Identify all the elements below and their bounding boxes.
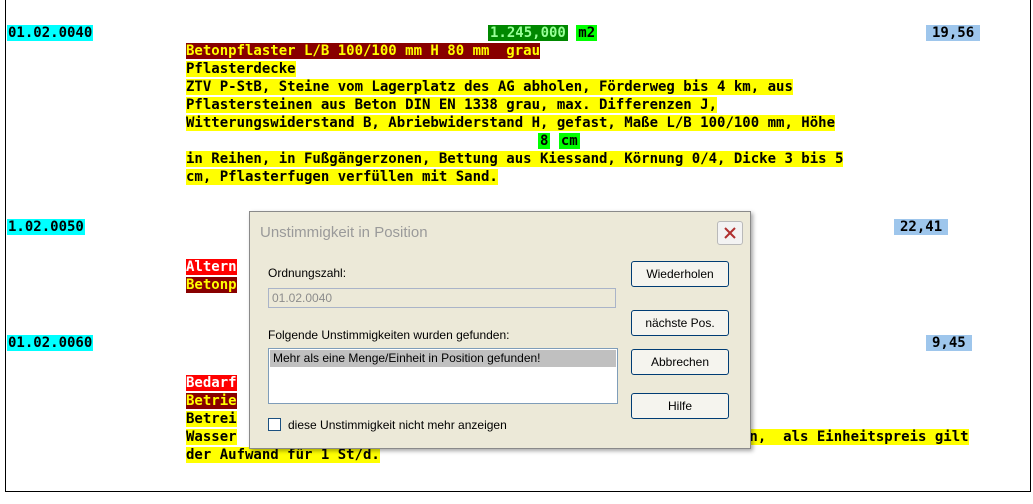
position-number[interactable]: 01.02.0060: [7, 334, 94, 352]
long-text-value: Witterungswiderstand B, Abriebwiderstand…: [186, 115, 836, 131]
section-text-value: Betonp: [186, 277, 237, 293]
long-text-line: ZTV P-StB, Steine vom Lagerplatz des AG …: [186, 78, 793, 96]
unit-price-text: 22,41: [894, 219, 949, 235]
cancel-button[interactable]: Abbrechen: [631, 349, 729, 375]
checkbox-label: diese Unstimmigkeit nicht mehr anzeigen: [288, 418, 507, 432]
section-text-value: Pflasterdecke: [186, 61, 296, 77]
issues-label: Folgende Unstimmigkeiten wurden gefunden…: [268, 328, 510, 342]
dialog-titlebar[interactable]: Unstimmigkeit in Position: [250, 212, 750, 250]
long-text-value: der Aufwand für 1 St/d.: [186, 447, 380, 463]
issues-list[interactable]: Mehr als eine Menge/Einheit in Position …: [268, 348, 618, 404]
short-text-value: Altern: [186, 259, 237, 275]
help-button[interactable]: Hilfe: [631, 393, 729, 419]
section-text: Pflasterdecke: [186, 60, 296, 78]
oz-field: 01.02.0040: [268, 288, 616, 308]
long-text-value: Betrei: [186, 411, 237, 427]
long-text-line: Betrei: [186, 410, 237, 428]
long-text-line: Wasser: [186, 428, 237, 446]
long-text-line: in Reihen, in Fußgängerzonen, Bettung au…: [186, 150, 844, 168]
unit-value: m2: [576, 25, 598, 41]
long-text-line: Pflastersteinen aus Beton DIN EN 1338 gr…: [186, 96, 718, 114]
short-text: Bedarf: [186, 374, 237, 392]
long-text-value: Wasser: [186, 429, 237, 445]
short-text-value: Bedarf: [186, 375, 237, 391]
position-oz-text: 01.02.0060: [7, 335, 94, 351]
dont-show-again-checkbox[interactable]: [268, 418, 281, 431]
long-text-line: cm, Pflasterfugen verfüllen mit Sand.: [186, 168, 498, 186]
short-text-value: Betonpflaster L/B 100/100 mm H 80 mm gra…: [186, 43, 541, 59]
short-text: Betonpflaster L/B 100/100 mm H 80 mm gra…: [186, 42, 541, 60]
short-text: Altern: [186, 258, 237, 276]
height-value: 8: [538, 133, 551, 149]
long-text-value: ZTV P-StB, Steine vom Lagerplatz des AG …: [186, 79, 793, 95]
long-text-value: Pflastersteinen aus Beton DIN EN 1338 gr…: [186, 97, 718, 113]
position-oz-text: 01.02.0040: [7, 25, 94, 41]
long-text-value: in Reihen, in Fußgängerzonen, Bettung au…: [186, 151, 844, 167]
long-text-value: en, als Einheitspreis gilt: [741, 429, 969, 445]
list-item[interactable]: Mehr als eine Menge/Einheit in Position …: [270, 350, 616, 367]
quantity-value: 1.245,000: [488, 25, 568, 41]
next-position-button[interactable]: nächste Pos.: [631, 310, 729, 336]
section-text: Betrie: [186, 392, 237, 410]
position-number[interactable]: 01.02.0040: [7, 24, 94, 42]
close-button[interactable]: [717, 221, 743, 245]
section-text-value: Betrie: [186, 393, 237, 409]
long-text-line: Witterungswiderstand B, Abriebwiderstand…: [186, 114, 836, 132]
long-text-value: cm, Pflasterfugen verfüllen mit Sand.: [186, 169, 498, 185]
oz-label: Ordnungszahl:: [268, 266, 347, 280]
inconsistency-dialog: Unstimmigkeit in Position Ordnungszahl: …: [249, 211, 751, 449]
long-text-line: 8 cm: [538, 132, 580, 150]
quantity-cell: 1.245,000 m2: [488, 24, 598, 42]
repeat-button[interactable]: Wiederholen: [631, 261, 729, 287]
long-text-line: en, als Einheitspreis gilt: [741, 428, 969, 446]
unit-price: 9,45: [926, 334, 972, 352]
position-number[interactable]: 1.02.0050: [7, 218, 85, 236]
height-unit: cm: [558, 133, 580, 149]
close-icon: [724, 227, 736, 239]
dialog-title: Unstimmigkeit in Position: [260, 224, 428, 241]
unit-price-text: 9,45: [926, 335, 972, 351]
unit-price: 19,56: [926, 24, 981, 42]
position-oz-text: 1.02.0050: [7, 219, 85, 235]
unit-price-text: 19,56: [926, 25, 981, 41]
unit-price: 22,41: [894, 218, 949, 236]
section-text: Betonp: [186, 276, 237, 294]
